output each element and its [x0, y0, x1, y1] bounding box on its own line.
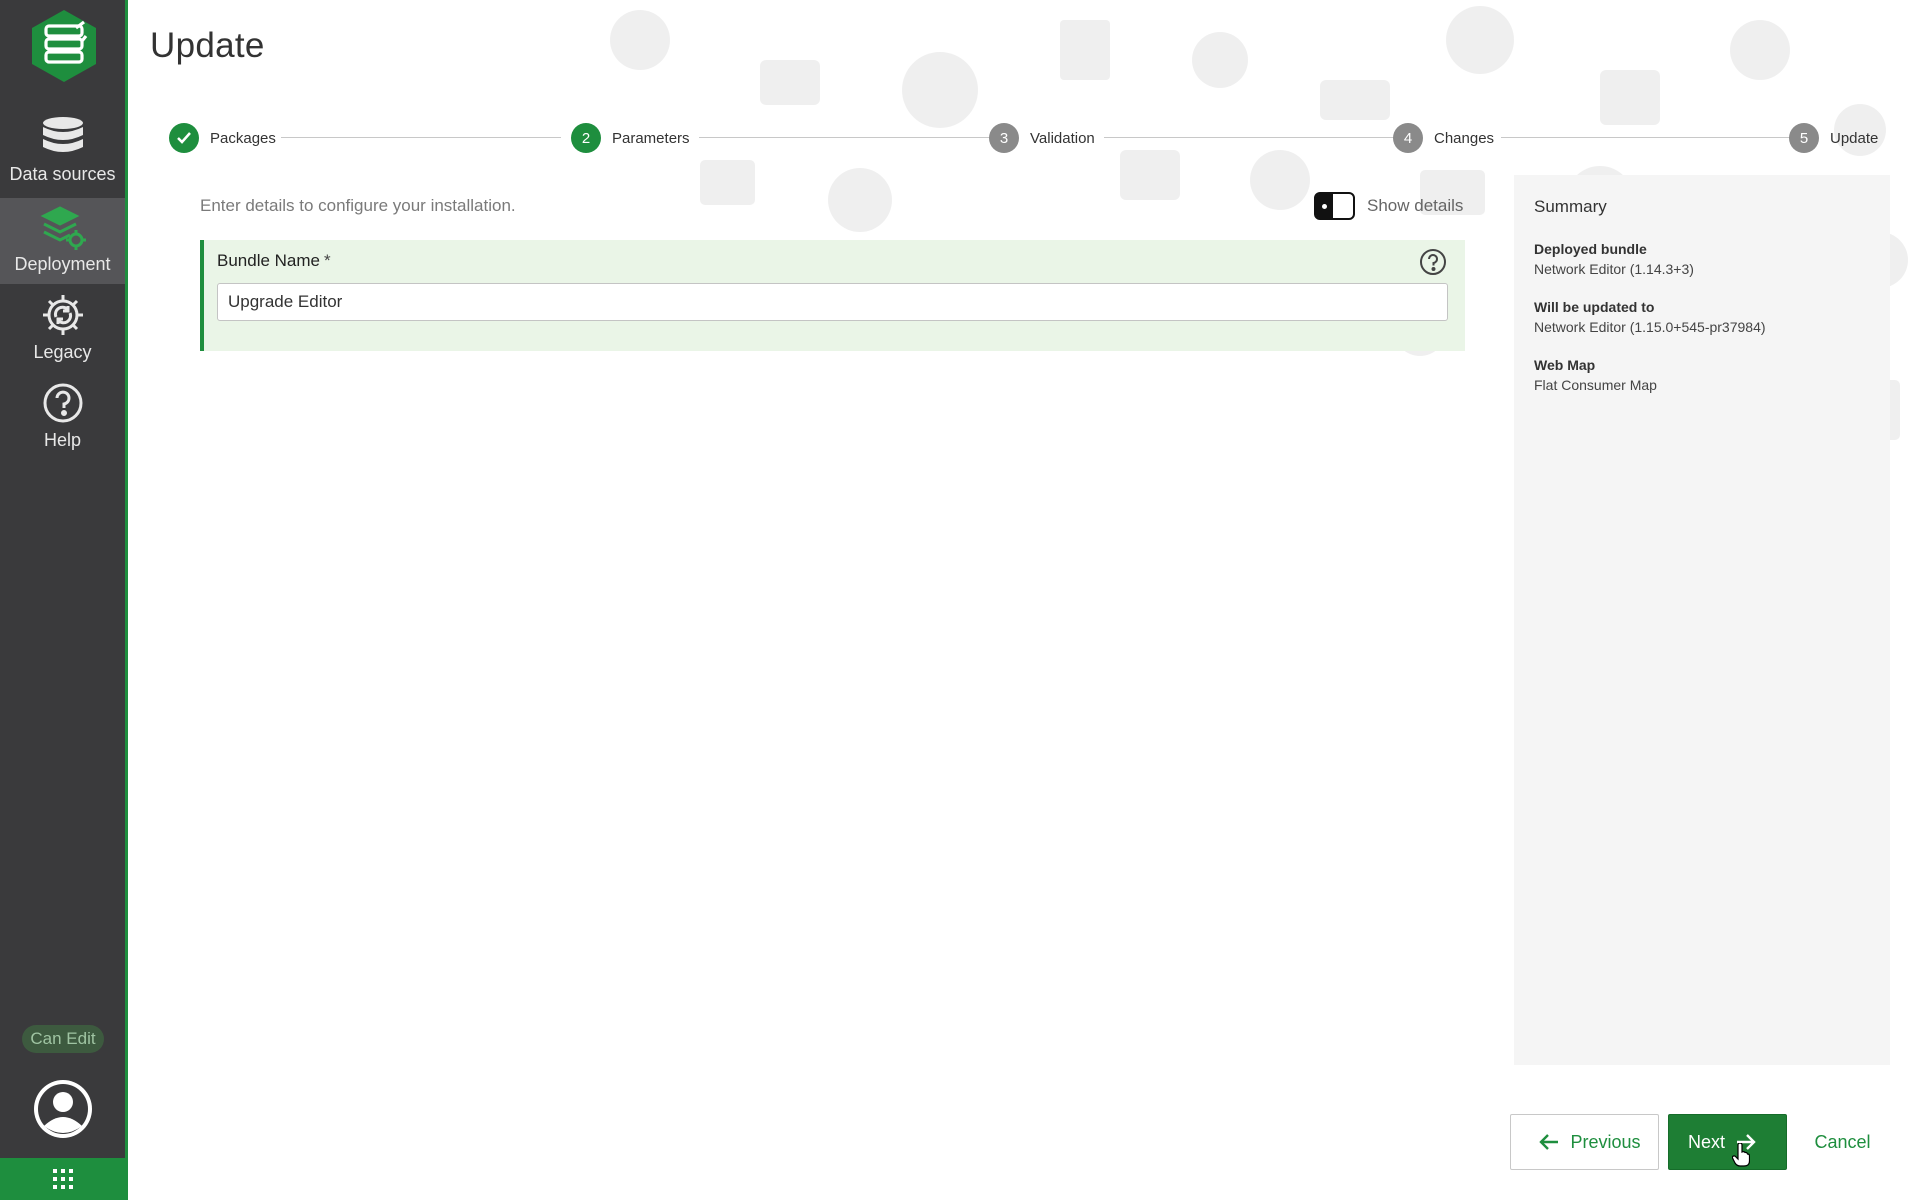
- step-connector: [1104, 137, 1394, 138]
- step-number: 5: [1789, 123, 1819, 153]
- sidebar-item-label: Legacy: [33, 342, 92, 362]
- show-details-label[interactable]: Show details: [1367, 196, 1463, 216]
- sidebar-item-data-sources[interactable]: Data sources: [0, 108, 125, 194]
- required-mark: *: [324, 251, 331, 270]
- apps-menu-button[interactable]: [0, 1158, 125, 1200]
- step-label: Changes: [1434, 129, 1495, 147]
- summary-item: Web Map Flat Consumer Map: [1534, 357, 1870, 393]
- step-changes: 4 Changes: [1393, 123, 1494, 153]
- step-number: 3: [989, 123, 1019, 153]
- summary-panel: Summary Deployed bundle Network Editor (…: [1514, 175, 1890, 1065]
- legacy-gear-icon: [40, 292, 86, 338]
- help-icon: [40, 380, 86, 426]
- summary-item: Will be updated to Network Editor (1.15.…: [1534, 299, 1870, 335]
- step-number: 2: [571, 123, 601, 153]
- step-label: Packages: [210, 129, 276, 147]
- step-connector: [1501, 137, 1791, 138]
- deployment-icon: [40, 204, 86, 250]
- summary-value: Network Editor (1.15.0+545-pr37984): [1534, 319, 1766, 335]
- next-button-label: Next: [1687, 1131, 1725, 1152]
- sidebar: Data sources Deployment Legacy Help Can …: [0, 0, 128, 1200]
- summary-value: Flat Consumer Map: [1534, 377, 1657, 393]
- sidebar-item-label: Help: [43, 430, 82, 450]
- bundle-name-label: Bundle Name *: [217, 251, 331, 271]
- sidebar-item-label: Deployment: [14, 254, 111, 274]
- step-packages[interactable]: Packages: [169, 123, 276, 153]
- intro-text: Enter details to configure your installa…: [200, 196, 516, 215]
- permission-badge: Can Edit: [22, 1025, 104, 1053]
- summary-title: Summary: [1534, 197, 1607, 216]
- summary-key: Deployed bundle: [1534, 241, 1647, 257]
- previous-button-label: Previous: [1570, 1131, 1641, 1152]
- step-connector: [281, 137, 561, 138]
- sidebar-item-help[interactable]: Help: [0, 374, 125, 460]
- sidebar-item-legacy[interactable]: Legacy: [0, 286, 125, 372]
- step-label: Update: [1830, 129, 1879, 147]
- pointer-cursor-icon: [1731, 1142, 1751, 1172]
- check-icon: [169, 123, 199, 153]
- bundle-name-field-group: Bundle Name *: [200, 240, 1465, 351]
- database-icon: [40, 114, 86, 160]
- app-logo-icon[interactable]: [26, 8, 102, 84]
- sidebar-item-deployment[interactable]: Deployment: [0, 198, 125, 284]
- cancel-button[interactable]: Cancel: [1800, 1114, 1885, 1170]
- user-avatar-icon[interactable]: [32, 1078, 94, 1140]
- apps-grid-icon: [52, 1169, 73, 1189]
- field-label-text: Bundle Name: [217, 251, 321, 270]
- bundle-name-input[interactable]: [217, 283, 1448, 321]
- step-connector: [699, 137, 989, 138]
- sidebar-item-label: Data sources: [9, 164, 116, 184]
- help-icon[interactable]: [1419, 248, 1447, 276]
- show-details-toggle[interactable]: [1314, 192, 1355, 220]
- step-validation: 3 Validation: [989, 123, 1095, 153]
- step-parameters[interactable]: 2 Parameters: [571, 123, 690, 153]
- summary-value: Network Editor (1.14.3+3): [1534, 261, 1694, 277]
- step-number: 4: [1393, 123, 1423, 153]
- next-button[interactable]: Next: [1668, 1114, 1787, 1170]
- previous-button[interactable]: Previous: [1510, 1114, 1659, 1170]
- summary-key: Will be updated to: [1534, 299, 1655, 315]
- step-update: 5 Update: [1789, 123, 1878, 153]
- wizard-stepper: Packages 2 Parameters 3 Validation 4 Cha…: [169, 123, 1881, 153]
- summary-item: Deployed bundle Network Editor (1.14.3+3…: [1534, 241, 1870, 277]
- step-label: Parameters: [612, 129, 690, 147]
- page-title: Update: [150, 26, 265, 65]
- step-label: Validation: [1030, 129, 1095, 147]
- summary-key: Web Map: [1534, 357, 1596, 373]
- arrow-left-icon: [1539, 1134, 1559, 1150]
